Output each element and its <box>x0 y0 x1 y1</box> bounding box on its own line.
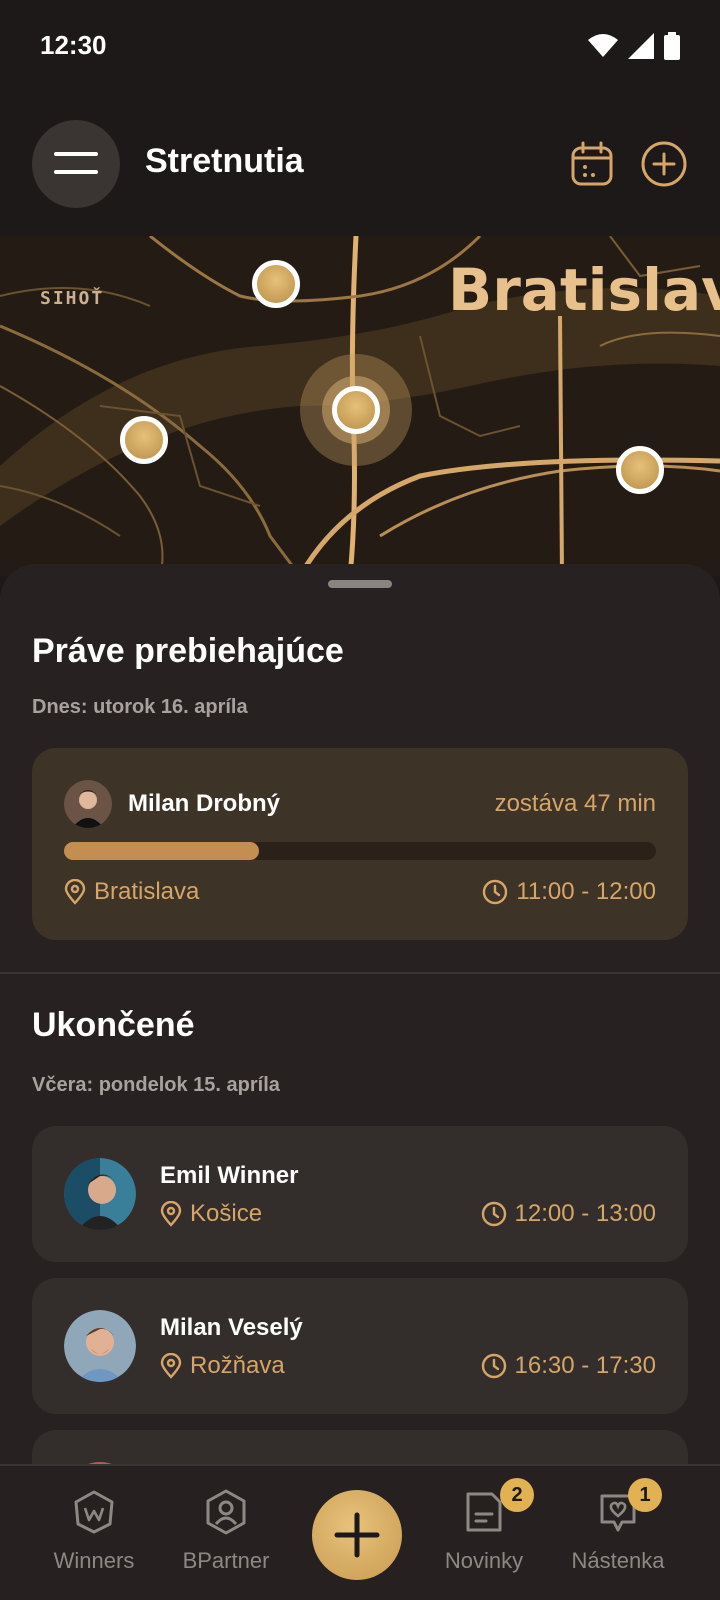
app-bar: Stretnutia <box>0 96 720 236</box>
meeting-person-name: Milan Veselý <box>160 1314 303 1341</box>
nav-label: BPartner <box>182 1548 270 1573</box>
meeting-location: Košice <box>160 1200 262 1228</box>
location-pin-icon <box>160 1201 182 1227</box>
finished-meeting-card[interactable]: Milan Veselý Rožňava 16:30 - 17:30 <box>32 1278 688 1414</box>
meeting-location-label: Košice <box>190 1200 263 1227</box>
meeting-location: Bratislava <box>64 878 199 906</box>
meeting-time-label: 16:30 - 17:30 <box>514 1352 656 1379</box>
nav-item-winners[interactable]: Winners <box>24 1466 164 1600</box>
create-meeting-fab[interactable] <box>312 1490 402 1580</box>
meeting-time: 11:00 - 12:00 <box>482 878 656 906</box>
finished-meeting-card[interactable]: Emil Winner Košice 12:00 - 13:00 <box>32 1126 688 1262</box>
section-divider <box>0 972 720 974</box>
meeting-time-label: 11:00 - 12:00 <box>516 878 656 905</box>
map-pin[interactable] <box>616 446 664 494</box>
nav-item-nastenka[interactable]: 1 Nástenka <box>548 1466 688 1600</box>
finished-date: Včera: pondelok 15. apríla <box>32 1074 280 1096</box>
map[interactable]: SIHOŤ Bratislava <box>0 236 720 576</box>
meeting-location-label: Rožňava <box>190 1352 285 1379</box>
ongoing-date: Dnes: utorok 16. apríla <box>32 696 248 718</box>
status-bar: 12:30 <box>0 0 720 96</box>
wifi-icon <box>588 34 618 57</box>
hamburger-icon <box>54 152 98 174</box>
winners-w-icon <box>74 1490 114 1534</box>
nav-label: Winners <box>53 1548 135 1573</box>
nav-label: Nástenka <box>571 1548 665 1573</box>
calendar-icon[interactable] <box>568 140 616 188</box>
clock-icon <box>481 1353 506 1379</box>
map-pin[interactable] <box>120 416 168 464</box>
nav-item-novinky[interactable]: 2 Novinky <box>414 1466 554 1600</box>
ongoing-title: Práve prebiehajúce <box>32 632 344 670</box>
battery-icon <box>664 32 680 60</box>
map-label-district: SIHOŤ <box>40 288 105 309</box>
meeting-time: 12:00 - 13:00 <box>481 1200 656 1228</box>
map-pin[interactable] <box>252 260 300 308</box>
avatar <box>64 1310 136 1382</box>
location-pin-icon <box>64 879 86 905</box>
sheet-handle[interactable] <box>328 580 392 588</box>
meeting-progress-fill <box>64 842 260 860</box>
meeting-progress-bar <box>64 842 656 860</box>
finished-title: Ukončené <box>32 1006 195 1044</box>
meeting-person-name: Emil Winner <box>160 1162 299 1189</box>
map-label-city: Bratislava <box>448 256 720 324</box>
meeting-time: 16:30 - 17:30 <box>481 1352 656 1380</box>
bottom-navigation: Winners BPartner 2 Novinky 1 Nástenka <box>0 1464 720 1600</box>
ongoing-meeting-card[interactable]: Milan Drobný zostáva 47 min Bratislava 1… <box>32 748 688 940</box>
avatar <box>64 780 112 828</box>
notification-badge: 1 <box>628 1478 662 1512</box>
meeting-person-name: Milan Drobný <box>128 790 281 817</box>
map-pin-selected[interactable] <box>332 386 380 434</box>
page-title: Stretnutia <box>145 142 304 180</box>
add-circle-icon[interactable] <box>640 140 688 188</box>
notification-badge: 2 <box>500 1478 534 1512</box>
clock-icon <box>481 1201 506 1227</box>
plus-icon <box>334 1512 380 1558</box>
remaining-time: zostáva 47 min <box>494 790 656 817</box>
meeting-location-label: Bratislava <box>94 878 200 905</box>
user-shield-icon <box>206 1489 246 1535</box>
nav-label: Novinky <box>444 1548 524 1573</box>
clock-icon <box>483 879 508 905</box>
nav-item-bpartner[interactable]: BPartner <box>156 1466 296 1600</box>
status-icons <box>588 32 680 60</box>
avatar <box>64 1158 136 1230</box>
status-time: 12:30 <box>40 30 107 60</box>
meetings-sheet: Práve prebiehajúce Dnes: utorok 16. aprí… <box>0 564 720 1534</box>
meeting-location: Rožňava <box>160 1352 285 1380</box>
signal-icon <box>628 33 654 59</box>
meeting-time-label: 12:00 - 13:00 <box>514 1200 656 1227</box>
location-pin-icon <box>160 1353 182 1379</box>
menu-button[interactable] <box>32 120 120 208</box>
